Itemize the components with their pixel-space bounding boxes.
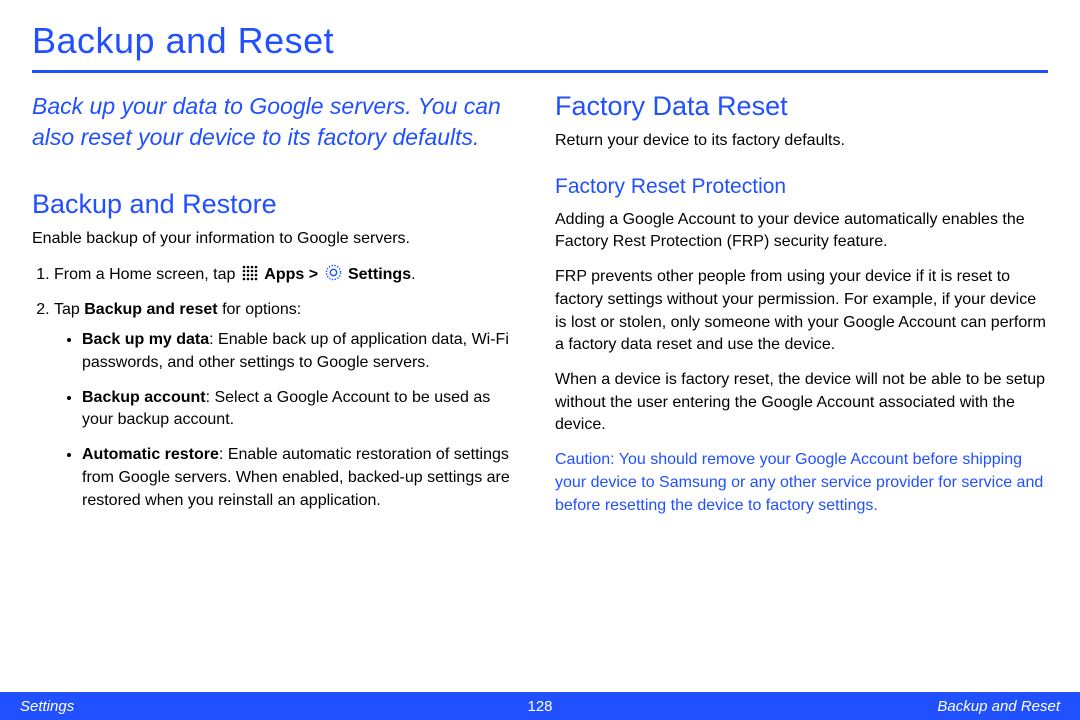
step-1-suffix: . (411, 266, 415, 283)
step-2-suffix: for options: (218, 301, 302, 318)
frp-p2: FRP prevents other people from using you… (555, 266, 1048, 357)
left-column: Back up your data to Google servers. You… (32, 91, 525, 529)
apps-grid-icon (242, 265, 258, 288)
step-1-gt: > (304, 266, 322, 283)
step-2-bold: Backup and reset (84, 301, 217, 318)
caution-rest: : You should remove your Google Account … (555, 451, 1043, 513)
settings-gear-icon (325, 264, 342, 288)
opt2-bold: Backup account (82, 389, 206, 406)
page-title: Backup and Reset (32, 20, 1048, 62)
factory-data-reset-intro: Return your device to its factory defaul… (555, 130, 1048, 153)
right-column: Factory Data Reset Return your device to… (555, 91, 1048, 529)
backup-restore-intro: Enable backup of your information to Goo… (32, 228, 525, 251)
step-2-prefix: Tap (54, 301, 84, 318)
factory-reset-protection-heading: Factory Reset Protection (555, 175, 1048, 199)
option-backup-account: Backup account: Select a Google Account … (82, 387, 525, 432)
content-columns: Back up your data to Google servers. You… (32, 91, 1048, 529)
footer-section: Settings (20, 698, 74, 715)
step-2: Tap Backup and reset for options: Back u… (54, 298, 525, 512)
opt3-bold: Automatic restore (82, 446, 219, 463)
factory-data-reset-heading: Factory Data Reset (555, 91, 1048, 122)
lead-text: Back up your data to Google servers. You… (32, 91, 525, 153)
frp-p3: When a device is factory reset, the devi… (555, 369, 1048, 437)
backup-restore-heading: Backup and Restore (32, 189, 525, 220)
caution-label: Caution (555, 451, 610, 468)
footer-topic: Backup and Reset (937, 698, 1060, 715)
caution-text: Caution: You should remove your Google A… (555, 449, 1048, 517)
apps-label: Apps (264, 266, 304, 283)
settings-label: Settings (348, 266, 411, 283)
opt1-bold: Back up my data (82, 331, 209, 348)
step-1-prefix: From a Home screen, tap (54, 266, 240, 283)
step-1: From a Home screen, tap Apps > (54, 263, 525, 288)
options-list: Back up my data: Enable back up of appli… (54, 329, 525, 512)
footer-page-number: 128 (527, 698, 552, 715)
title-rule (32, 70, 1048, 73)
option-automatic-restore: Automatic restore: Enable automatic rest… (82, 444, 525, 512)
option-backup-my-data: Back up my data: Enable back up of appli… (82, 329, 525, 374)
steps-list: From a Home screen, tap Apps > (32, 263, 525, 512)
page-footer: Settings 128 Backup and Reset (0, 692, 1080, 720)
frp-p1: Adding a Google Account to your device a… (555, 209, 1048, 254)
